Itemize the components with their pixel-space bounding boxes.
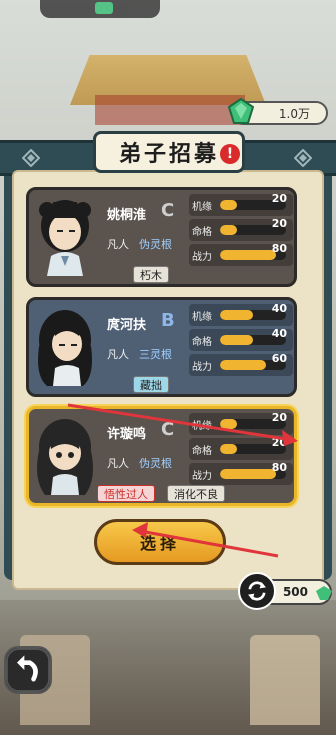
disciple-card-2[interactable]: 庹河扶 B 凡人 三灵根 机缘 40 命格 40 战力 60 藏拙 [26, 297, 297, 397]
diamond-ornament-icon [22, 149, 40, 167]
grade-badge: B [161, 310, 175, 331]
spirit-root: 伪灵根 [139, 238, 172, 251]
disciple-name: 许璇鸣 [107, 427, 147, 442]
trait-tag[interactable]: 消化不良 [167, 485, 225, 502]
stat-value: 40 [271, 302, 287, 315]
stat-row: 命格 20 [189, 436, 293, 460]
stat-row: 机缘 20 [189, 192, 293, 216]
stat-bar-fill [220, 310, 253, 320]
trait-tag[interactable]: 藏拙 [133, 376, 169, 393]
stat-label: 命格 [192, 336, 212, 348]
disciple-name: 姚桐淮 [107, 208, 147, 223]
stat-row: 战力 80 [189, 461, 293, 485]
stat-row: 命格 40 [189, 327, 293, 351]
stat-value: 20 [271, 192, 287, 205]
gem-icon [316, 586, 332, 600]
alert-icon[interactable]: ! [220, 144, 240, 164]
trait-tag[interactable]: 朽木 [133, 266, 169, 283]
stat-label: 战力 [192, 470, 212, 482]
stat-value: 20 [271, 411, 287, 424]
refresh-cost-value: 500 [282, 585, 308, 599]
stat-label: 命格 [192, 445, 212, 457]
refresh-icon[interactable] [238, 572, 276, 610]
stat-value: 20 [271, 436, 287, 449]
stat-row: 机缘 20 [189, 411, 293, 435]
back-arrow-icon[interactable] [4, 646, 52, 694]
stat-bar-fill [220, 225, 237, 235]
stat-label: 战力 [192, 361, 212, 373]
stat-label: 机缘 [192, 311, 212, 323]
gem-count: 1.0万 [278, 106, 310, 121]
panel-title-text: 弟子招募 [118, 142, 219, 167]
stat-label: 命格 [192, 226, 212, 238]
building [250, 635, 320, 725]
disciple-portrait [39, 200, 91, 276]
cultivation-rank: 凡人 [107, 348, 129, 361]
stat-bar-fill [220, 419, 237, 429]
stat-bar-fill [220, 200, 237, 210]
spirit-root: 伪灵根 [139, 457, 172, 470]
grade-badge: C [161, 200, 175, 221]
spirit-root: 三灵根 [139, 348, 172, 361]
palace-wall [95, 95, 245, 125]
top-resource-bar [40, 0, 160, 18]
stat-row: 战力 60 [189, 352, 293, 376]
stat-value: 40 [271, 327, 287, 340]
cultivation-rank: 凡人 [107, 238, 129, 251]
grade-badge: C [161, 419, 175, 440]
stat-value: 80 [271, 242, 287, 255]
stat-row: 命格 20 [189, 217, 293, 241]
disciple-portrait [38, 310, 92, 386]
cultivation-rank: 凡人 [107, 457, 129, 470]
disciple-card-1[interactable]: 姚桐淮 C 凡人 伪灵根 机缘 20 命格 20 战力 80 朽木 [26, 187, 297, 287]
stat-list: 机缘 20 命格 20 战力 80 [189, 192, 293, 269]
diamond-ornament-icon [294, 149, 312, 167]
stat-label: 战力 [192, 251, 212, 263]
select-button-label: 选择 [139, 534, 180, 553]
stat-value: 80 [271, 461, 287, 474]
stat-value: 60 [271, 352, 287, 365]
stat-row: 战力 80 [189, 242, 293, 266]
disciple-card-3[interactable]: 许璇鸣 C 凡人 伪灵根 机缘 20 命格 20 战力 80 悟性过人 消化不良 [26, 406, 297, 506]
stat-list: 机缘 20 命格 20 战力 80 [189, 411, 293, 488]
disciple-name: 庹河扶 [107, 318, 147, 333]
stat-bar-fill [220, 469, 277, 479]
stat-list: 机缘 40 命格 40 战力 60 [189, 302, 293, 379]
stat-bar-fill [220, 335, 253, 345]
disciple-portrait [37, 419, 93, 495]
gem-icon [95, 2, 113, 14]
stat-row: 机缘 40 [189, 302, 293, 326]
stat-label: 机缘 [192, 201, 212, 213]
stat-bar-fill [220, 360, 267, 370]
select-button[interactable]: 选择 [94, 519, 226, 565]
stat-bar-fill [220, 250, 277, 260]
gem-icon [227, 97, 255, 124]
stat-bar-fill [220, 444, 237, 454]
stat-value: 20 [271, 217, 287, 230]
stat-label: 机缘 [192, 420, 212, 432]
trait-tag[interactable]: 悟性过人 [97, 485, 155, 502]
